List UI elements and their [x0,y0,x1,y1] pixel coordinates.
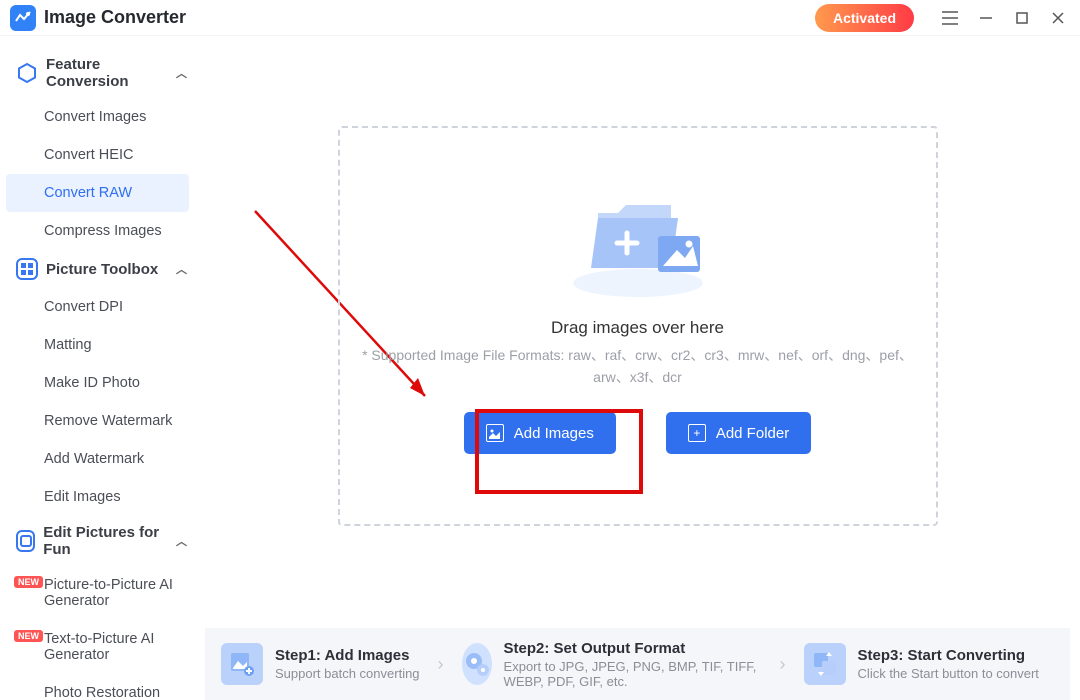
chevron-up-icon: ︿ [176,533,187,549]
menu-icon[interactable] [936,4,964,32]
new-badge: NEW [14,576,43,588]
sidebar-item-convert-dpi[interactable]: Convert DPI [0,288,195,326]
sidebar-item-convert-raw[interactable]: Convert RAW [6,174,189,212]
sidebar-item-text2pic-ai[interactable]: NEW Text-to-Picture AI Generator [0,620,195,674]
step-title: Step2: Set Output Format [504,640,762,657]
close-button[interactable] [1044,4,1072,32]
gear-icon [462,643,492,685]
dropzone[interactable]: Drag images over here * Supported Image … [338,126,938,526]
step-title: Step3: Start Converting [858,647,1039,664]
stack-icon [16,530,35,552]
sidebar: Feature Conversion ︿ Convert Images Conv… [0,36,195,700]
app-logo-icon [10,5,36,31]
maximize-button[interactable] [1008,4,1036,32]
step-subtitle: Export to JPG, JPEG, PNG, BMP, TIF, TIFF… [504,659,762,689]
group-picture-toolbox[interactable]: Picture Toolbox ︿ [0,250,195,288]
sidebar-item-pic2pic-ai[interactable]: NEW Picture-to-Picture AI Generator [0,566,195,620]
sidebar-item-make-id-photo[interactable]: Make ID Photo [0,364,195,402]
step-subtitle: Click the Start button to convert [858,666,1039,681]
minimize-button[interactable] [972,4,1000,32]
step-title: Step1: Add Images [275,647,420,664]
image-icon [486,424,504,442]
grid-icon [16,258,38,280]
sidebar-item-remove-watermark[interactable]: Remove Watermark [0,402,195,440]
sidebar-item-edit-images[interactable]: Edit Images [0,478,195,516]
group-label: Edit Pictures for Fun [43,524,168,558]
new-badge: NEW [14,630,43,642]
sidebar-item-matting[interactable]: Matting [0,326,195,364]
button-label: Add Folder [716,425,789,442]
group-label: Picture Toolbox [46,261,158,278]
sidebar-item-compress-images[interactable]: Compress Images [0,212,195,250]
convert-icon [804,643,846,685]
folder-upload-icon [563,178,713,298]
titlebar: Image Converter Activated [0,0,1080,36]
chevron-right-icon: › [770,654,796,675]
step3: Step3: Start Converting Click the Start … [804,643,1039,685]
group-label: Feature Conversion [46,56,168,90]
sidebar-item-convert-images[interactable]: Convert Images [0,98,195,136]
plus-icon: + [688,424,706,442]
sidebar-item-photo-restoration[interactable]: Photo Restoration [0,674,195,700]
step1: Step1: Add Images Support batch converti… [221,643,420,685]
add-folder-button[interactable]: + Add Folder [666,412,811,454]
chevron-up-icon: ︿ [176,65,187,81]
sidebar-item-add-watermark[interactable]: Add Watermark [0,440,195,478]
sidebar-item-convert-heic[interactable]: Convert HEIC [0,136,195,174]
image-add-icon [221,643,263,685]
steps-footer: Step1: Add Images Support batch converti… [205,628,1070,700]
add-images-button[interactable]: Add Images [464,412,616,454]
button-label: Add Images [514,425,594,442]
group-edit-pictures-for-fun[interactable]: Edit Pictures for Fun ︿ [0,516,195,566]
app-title: Image Converter [44,7,186,28]
hexagon-icon [16,62,38,84]
supported-formats-text: * Supported Image File Formats: raw、raf、… [360,344,916,389]
step-subtitle: Support batch converting [275,666,420,681]
chevron-right-icon: › [428,654,454,675]
drag-hint: Drag images over here [551,318,724,338]
chevron-up-icon: ︿ [176,261,187,277]
activated-badge[interactable]: Activated [815,4,914,32]
step2: Step2: Set Output Format Export to JPG, … [462,640,762,689]
main-content: Drag images over here * Supported Image … [195,36,1080,700]
group-feature-conversion[interactable]: Feature Conversion ︿ [0,48,195,98]
